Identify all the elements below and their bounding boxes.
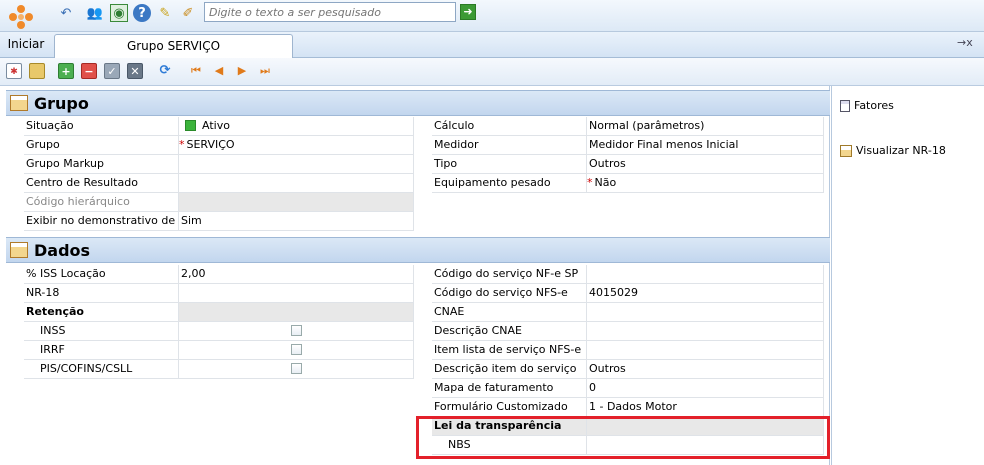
label-exibir-demonstrativo: Exibir no demonstrativo de fatu <box>24 212 178 231</box>
report-icon <box>840 144 852 157</box>
field-tipo[interactable]: Outros <box>586 155 824 174</box>
field-exibir-demonstrativo[interactable]: Sim <box>178 212 414 231</box>
field-grupo[interactable]: * SERVIÇO <box>178 136 414 155</box>
field-situacao[interactable]: Ativo <box>178 117 414 136</box>
new-window-icon[interactable]: ✱ <box>6 63 22 79</box>
label-codigo-hierarquico: Código hierárquico <box>24 193 178 212</box>
section-title: Grupo <box>34 94 89 113</box>
field-codigo-servico-nfe-sp[interactable] <box>586 265 824 284</box>
label-codigo-servico-nfse: Código do serviço NFS-e <box>432 284 586 303</box>
label-mapa-faturamento: Mapa de faturamento <box>432 379 586 398</box>
label-descricao-item-servico: Descrição item do serviço <box>432 360 586 379</box>
form-panel: Grupo Situação Ativo Grupo * SERVIÇO Grup… <box>0 86 830 465</box>
field-irrf <box>178 341 414 360</box>
field-centro-resultado[interactable] <box>178 174 414 193</box>
section-grupo: Grupo <box>6 90 830 116</box>
cancel-icon[interactable]: ✕ <box>127 63 143 79</box>
search-input[interactable] <box>204 2 456 22</box>
field-value: Não <box>594 176 617 189</box>
label-formulario-customizado: Formulário Customizado <box>432 398 586 417</box>
field-descricao-item-servico[interactable]: Outros <box>586 360 824 379</box>
section-dados: Dados <box>6 237 830 263</box>
label-situacao: Situação <box>24 117 178 136</box>
help-icon[interactable]: ? <box>133 4 151 22</box>
field-pis-cofins-csll <box>178 360 414 379</box>
refresh-icon[interactable]: ⟳ <box>157 63 173 79</box>
field-inss <box>178 322 414 341</box>
label-iss-locacao: % ISS Locação <box>24 265 178 284</box>
undo-icon[interactable]: ↶ <box>57 4 75 22</box>
app-logo-icon[interactable] <box>8 4 34 30</box>
users-icon[interactable]: 👥 <box>86 4 104 22</box>
pin-icon[interactable]: →x <box>957 36 973 49</box>
calculator-icon <box>840 99 850 112</box>
field-formulario-customizado[interactable]: 1 - Dados Motor <box>586 398 824 417</box>
required-marker: * <box>179 138 185 151</box>
field-calculo[interactable]: Normal (parâmetros) <box>586 117 824 136</box>
broom-icon[interactable]: ✎ <box>156 4 174 22</box>
label-calculo: Cálculo <box>432 117 586 136</box>
field-medidor[interactable]: Medidor Final menos Inicial <box>586 136 824 155</box>
lock-icon[interactable] <box>29 63 45 79</box>
required-marker: * <box>587 176 593 189</box>
field-codigo-hierarquico <box>178 193 414 212</box>
field-value: SERVIÇO <box>186 138 235 151</box>
inss-checkbox[interactable] <box>291 325 302 336</box>
field-nr18[interactable] <box>178 284 414 303</box>
pis-cofins-csll-checkbox[interactable] <box>291 363 302 374</box>
actions-sidebar: Fatores Visualizar NR-18 <box>831 86 984 465</box>
field-cnae[interactable] <box>586 303 824 322</box>
field-iss-locacao[interactable]: 2,00 <box>178 265 414 284</box>
table-icon <box>10 95 28 111</box>
next-record-icon[interactable]: ▶ <box>234 63 250 79</box>
sidebar-item-label: Visualizar NR-18 <box>856 144 946 157</box>
label-codigo-servico-nfe-sp: Código do serviço NF-e SP <box>432 265 586 284</box>
section-title: Dados <box>34 241 91 260</box>
label-irrf: IRRF <box>24 341 178 360</box>
highlight-box <box>416 416 830 459</box>
eye-icon[interactable]: ◉ <box>110 4 128 22</box>
last-record-icon[interactable]: ⏭ <box>257 63 273 79</box>
label-inss: INSS <box>24 322 178 341</box>
field-item-lista-servico[interactable] <box>586 341 824 360</box>
field-retencao <box>178 303 414 322</box>
field-value: Ativo <box>202 119 230 132</box>
record-toolbar <box>0 58 984 86</box>
edit-note-icon[interactable]: ✐ <box>179 4 197 22</box>
previous-record-icon[interactable]: ◀ <box>211 63 227 79</box>
label-cnae: CNAE <box>432 303 586 322</box>
label-grupo-markup: Grupo Markup <box>24 155 178 174</box>
field-equipamento-pesado[interactable]: * Não <box>586 174 824 193</box>
label-tipo: Tipo <box>432 155 586 174</box>
table-icon <box>10 242 28 258</box>
label-retencao: Retenção <box>24 303 178 322</box>
add-icon[interactable]: + <box>58 63 74 79</box>
label-grupo: Grupo <box>24 136 178 155</box>
field-mapa-faturamento[interactable]: 0 <box>586 379 824 398</box>
sidebar-item-visualizar-nr18[interactable]: Visualizar NR-18 <box>840 144 946 157</box>
status-active-icon <box>185 120 196 131</box>
confirm-icon[interactable]: ✓ <box>104 63 120 79</box>
label-item-lista-servico: Item lista de serviço NFS-e <box>432 341 586 360</box>
label-nr18: NR-18 <box>24 284 178 303</box>
tab-home[interactable]: Iniciar <box>4 37 48 51</box>
label-equipamento-pesado: Equipamento pesado <box>432 174 586 193</box>
tab-grupo-servico[interactable]: Grupo SERVIÇO <box>54 34 293 59</box>
label-descricao-cnae: Descrição CNAE <box>432 322 586 341</box>
sidebar-item-label: Fatores <box>854 99 894 112</box>
first-record-icon[interactable]: ⏮ <box>188 63 204 79</box>
remove-icon[interactable]: − <box>81 63 97 79</box>
field-grupo-markup[interactable] <box>178 155 414 174</box>
sidebar-item-fatores[interactable]: Fatores <box>840 99 894 112</box>
label-centro-resultado: Centro de Resultado <box>24 174 178 193</box>
label-medidor: Medidor <box>432 136 586 155</box>
label-pis-cofins-csll: PIS/COFINS/CSLL <box>24 360 178 379</box>
field-descricao-cnae[interactable] <box>586 322 824 341</box>
go-arrow-icon[interactable]: ➜ <box>460 4 476 20</box>
field-codigo-servico-nfse[interactable]: 4015029 <box>586 284 824 303</box>
irrf-checkbox[interactable] <box>291 344 302 355</box>
